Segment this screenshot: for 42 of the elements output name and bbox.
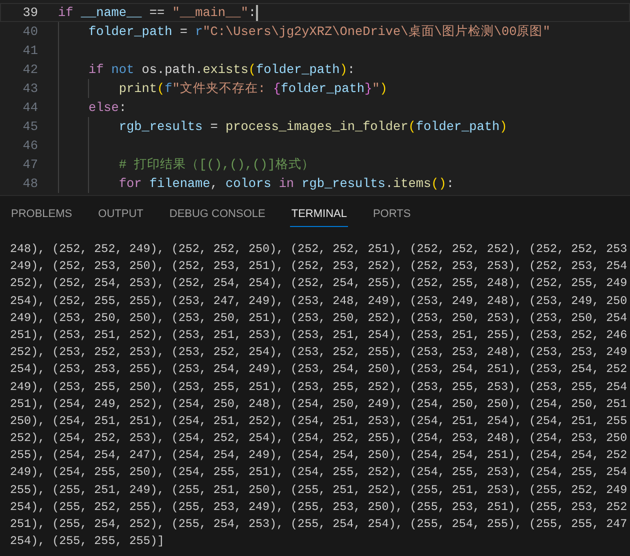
line-number: 47 (22, 157, 39, 172)
code-line: else: (88, 100, 127, 115)
terminal-line: 252), (254, 252, 253), (254, 252, 254), (254, 252, 255), (254, 253, 248), (254, 253, 250 (10, 430, 628, 448)
terminal-line: 250), (254, 251, 251), (254, 251, 252), (254, 251, 253), (254, 251, 254), (254, 251, 255 (10, 412, 628, 430)
line-number: 40 (22, 24, 39, 39)
panel-tab[interactable]: PROBLEMS (10, 204, 74, 227)
line-number: 44 (22, 100, 39, 115)
code-line: # 打印结果（[(),(),()]格式） (118, 156, 314, 173)
line-number: 42 (22, 62, 39, 77)
code-line: rgb_results = process_images_in_folder(folder_path) (118, 119, 508, 134)
panel-tab[interactable]: DEBUG CONSOLE (168, 204, 266, 227)
terminal-line: 252), (252, 254, 253), (252, 254, 254), (252, 254, 255), (252, 255, 248), (252, 255, 249 (10, 275, 628, 292)
terminal-line: 254), (253, 253, 255), (253, 254, 249), (253, 254, 250), (253, 254, 251), (253, 254, 252 (10, 361, 628, 378)
code-line: if not os.path.exists(folder_path): (88, 62, 356, 77)
terminal-line: 254), (255, 255, 255)] (10, 533, 166, 550)
text-cursor (256, 4, 258, 20)
code-line: for filename, colors in rgb_results.items(): (118, 176, 454, 191)
panel-tab[interactable]: TERMINAL (290, 204, 348, 227)
terminal-line: 249), (254, 255, 250), (254, 255, 251), (254, 255, 252), (254, 255, 253), (254, 255, 254 (10, 464, 628, 482)
terminal-line: 252), (253, 252, 253), (253, 252, 254), (253, 252, 255), (253, 253, 248), (253, 253, 249 (10, 344, 628, 362)
terminal-line: 249), (253, 255, 250), (253, 255, 251), (253, 255, 252), (253, 255, 253), (253, 255, 254 (10, 378, 628, 396)
terminal-line: 254), (255, 252, 255), (255, 253, 249), (255, 253, 250), (255, 253, 251), (255, 253, 252 (10, 498, 628, 516)
panel-tab[interactable]: OUTPUT (97, 204, 144, 227)
line-number: 45 (22, 119, 39, 134)
line-number: 48 (22, 176, 39, 191)
terminal-line: 251), (254, 249, 252), (254, 250, 248), (254, 250, 249), (254, 250, 250), (254, 250, 251 (10, 396, 628, 413)
line-number: 43 (22, 81, 39, 96)
terminal-line: 255), (255, 251, 249), (255, 251, 250), (255, 251, 252), (255, 251, 253), (255, 252, 249 (10, 482, 628, 499)
code-line: folder_path = r"C:\Users\jg2yXRZ\OneDrive\桌面\图片检测\00原图" (88, 23, 550, 40)
code-line: if __name__ == "__main__": (58, 5, 256, 20)
terminal-line: 251), (253, 251, 252), (253, 251, 253), (253, 251, 254), (253, 251, 255), (253, 252, 246 (10, 326, 628, 344)
terminal-line: 248), (252, 252, 249), (252, 252, 250), (252, 252, 251), (252, 252, 252), (252, 252, 253 (10, 241, 628, 258)
terminal-line: 251), (255, 254, 252), (255, 254, 253), (255, 254, 254), (255, 254, 255), (255, 255, 247 (10, 516, 628, 533)
terminal-line: 255), (254, 254, 247), (254, 254, 249), (254, 254, 250), (254, 254, 251), (254, 254, 252 (10, 447, 628, 464)
terminal-line: 249), (252, 253, 250), (252, 253, 251), (252, 253, 252), (252, 253, 253), (252, 253, 254 (10, 258, 628, 276)
code-line: print(f"文件夹不存在: {folder_path}") (118, 80, 388, 97)
line-number: 46 (22, 138, 39, 153)
terminal-line: 254), (252, 255, 255), (253, 247, 249), (253, 248, 249), (253, 249, 248), (253, 249, 250 (10, 292, 628, 310)
line-number: 41 (22, 43, 39, 58)
line-number: 39 (22, 5, 39, 20)
terminal-line: 249), (253, 250, 250), (253, 250, 251), (253, 250, 252), (253, 250, 253), (253, 250, 254 (10, 310, 628, 327)
panel-tab[interactable]: PORTS (372, 204, 412, 227)
